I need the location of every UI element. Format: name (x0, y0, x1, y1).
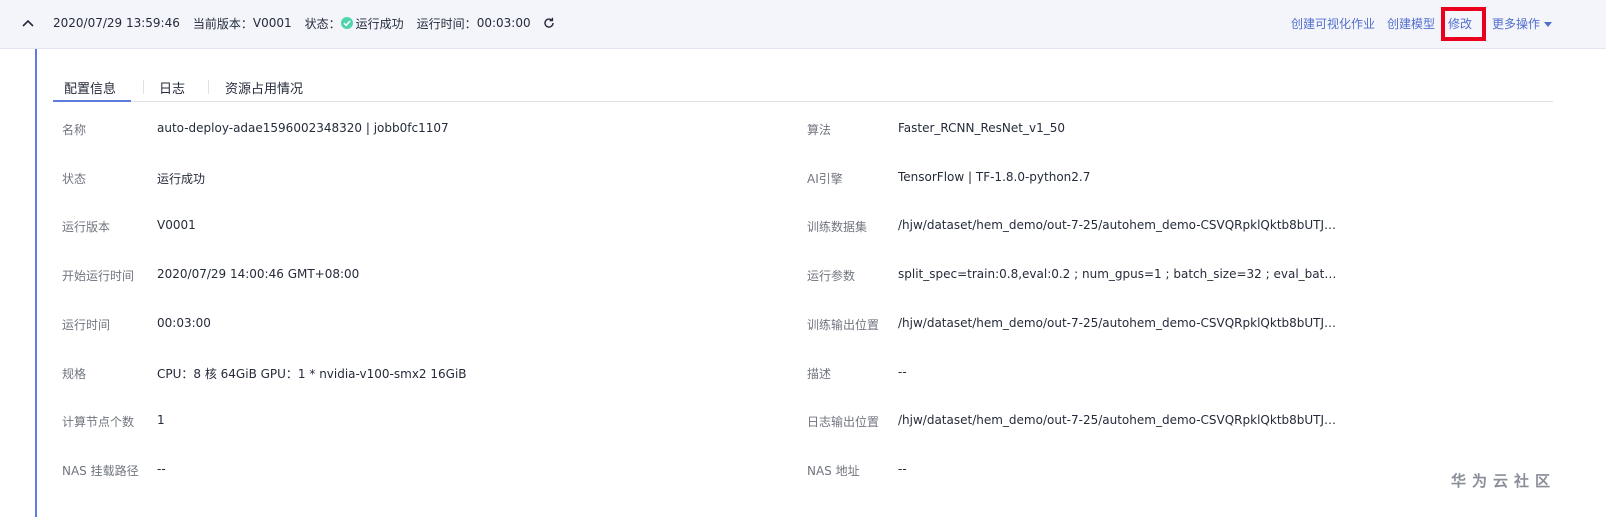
caret-down-icon (1544, 22, 1553, 27)
active-tab-indicator (53, 100, 131, 102)
field-value-algorithm: Faster_RCNN_ResNet_v1_50 (898, 121, 1066, 135)
field-value-run-params: split_spec=train:0.8,eval:0.2 ; num_gpus… (898, 267, 1338, 281)
field-value-train-dataset: /hjw/dataset/hem_demo/out-7-25/autohem_d… (898, 218, 1338, 232)
field-value-ai-engine: TensorFlow | TF-1.8.0-python2.7 (898, 170, 1091, 184)
field-label-description: 描述 (807, 367, 832, 381)
field-label-name: 名称 (62, 123, 87, 137)
field-label-log-output: 日志输出位置 (807, 415, 880, 429)
create-visual-job-link[interactable]: 创建可视化作业 (1291, 15, 1375, 32)
create-model-link[interactable]: 创建模型 (1387, 15, 1435, 32)
job-timestamp: 2020/07/29 13:59:46 (53, 16, 180, 30)
tab-logs[interactable]: 日志 (159, 78, 185, 97)
collapse-button[interactable] (14, 12, 42, 36)
field-value-name: auto-deploy-adae1596002348320 | jobb0fc1… (157, 121, 449, 135)
field-label-node-count: 计算节点个数 (62, 415, 135, 429)
field-value-nas-address: -- (898, 462, 907, 476)
field-value-start-time: 2020/07/29 14:00:46 GMT+08:00 (157, 267, 360, 281)
watermark: 华为云社区 (1451, 472, 1557, 490)
field-value-log-output: /hjw/dataset/hem_demo/out-7-25/autohem_d… (898, 413, 1338, 427)
field-value-run-version: V0001 (157, 218, 196, 232)
tab-divider (208, 80, 209, 94)
tab-divider (143, 80, 144, 94)
tab-resource-usage[interactable]: 资源占用情况 (225, 78, 303, 97)
status-value: 运行成功 (355, 16, 404, 31)
field-label-algorithm: 算法 (807, 123, 832, 137)
field-label-run-version: 运行版本 (62, 220, 111, 234)
field-value-node-count: 1 (157, 413, 165, 427)
runtime-label: 运行时间： (416, 16, 477, 31)
status-label: 状态： (304, 16, 341, 31)
field-label-spec: 规格 (62, 367, 87, 381)
field-label-run-params: 运行参数 (807, 269, 856, 283)
field-value-description: -- (898, 365, 907, 379)
field-value-train-output: /hjw/dataset/hem_demo/out-7-25/autohem_d… (898, 316, 1338, 330)
field-label-nas-address: NAS 地址 (807, 464, 860, 478)
edit-link[interactable]: 修改 (1448, 15, 1472, 32)
field-label-train-dataset: 训练数据集 (807, 220, 868, 234)
check-circle-icon (340, 17, 353, 29)
more-actions-label: 更多操作 (1492, 17, 1541, 31)
runtime-value: 00:03:00 (476, 16, 531, 30)
detail-accent-line (35, 49, 37, 517)
field-label-runtime: 运行时间 (62, 318, 111, 332)
detail-tabs: 配置信息 日志 资源占用情况 (53, 70, 1553, 102)
field-value-spec: CPU：8 核 64GiB GPU：1 * nvidia-v100-smx2 1… (157, 367, 467, 381)
field-label-ai-engine: AI引擎 (807, 172, 843, 186)
field-label-status: 状态 (62, 172, 87, 186)
field-value-status: 运行成功 (157, 172, 206, 186)
job-header-bar: 2020/07/29 13:59:46 当前版本： V0001 状态： 运行成功… (0, 0, 1606, 49)
chevron-up-icon (22, 19, 34, 27)
more-actions-dropdown[interactable]: 更多操作 (1492, 15, 1553, 32)
version-value: V0001 (252, 16, 292, 30)
refresh-icon[interactable] (543, 17, 555, 29)
field-value-runtime: 00:03:00 (157, 316, 211, 330)
field-label-start-time: 开始运行时间 (62, 269, 135, 283)
job-meta: 2020/07/29 13:59:46 当前版本： V0001 状态： 运行成功… (53, 0, 555, 46)
field-value-nas-mount-path: -- (157, 462, 166, 476)
field-label-train-output: 训练输出位置 (807, 318, 880, 332)
version-label: 当前版本： (192, 16, 253, 31)
field-label-nas-mount-path: NAS 挂载路径 (62, 464, 139, 478)
tab-config-info[interactable]: 配置信息 (64, 78, 116, 97)
